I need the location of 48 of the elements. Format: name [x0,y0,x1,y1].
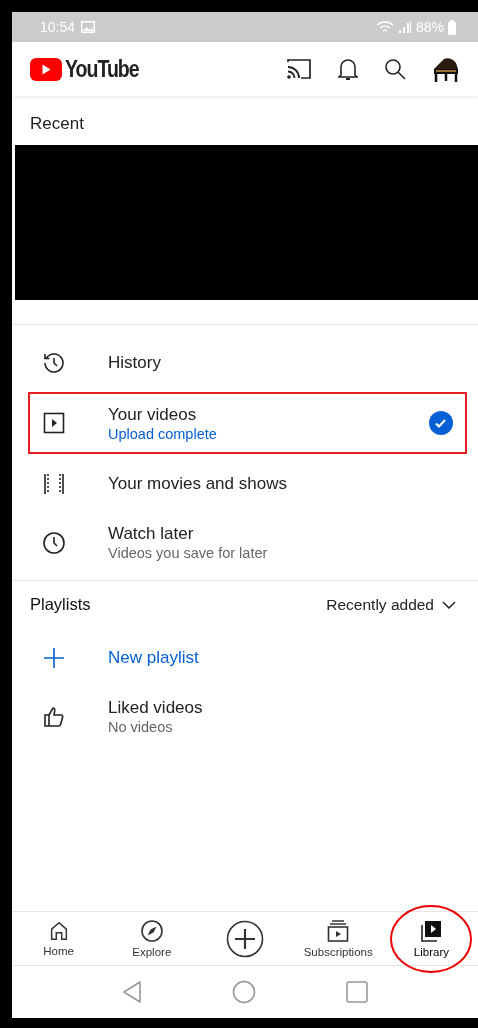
nav-tab[interactable]: Explore [105,912,199,965]
nav-label: Library [413,946,449,958]
play-square-icon [42,411,66,435]
library-item[interactable]: Your videos Upload complete [28,392,467,454]
library-item[interactable]: Watch later Videos you save for later [28,513,467,572]
item-title: Your videos [108,404,198,425]
piano-avatar-icon[interactable] [432,55,460,83]
app-logo-text: YouTube [65,55,139,83]
battery-icon [448,19,456,35]
nav-label: Subscriptions [303,946,373,958]
item-title: History [108,352,161,373]
library-item[interactable]: Your movies and shows [28,454,467,513]
image-icon [81,21,96,33]
home-circle-icon[interactable] [232,980,256,1004]
library-icon [419,919,444,943]
section-title: Recent [29,113,85,135]
item-title: Watch later [108,524,195,544]
nav-label: Home [43,945,74,957]
item-subtitle: Videos you save for later [108,545,268,561]
create-plus-icon [226,919,264,958]
playlist-title: Liked videos [108,698,203,718]
signal-icon [397,20,412,34]
clock-icon [42,529,66,556]
nav-tab[interactable]: Subscriptions [291,912,385,965]
film-strip-icon [42,471,66,496]
playlist-item[interactable]: Liked videos No videos [28,687,467,746]
plus-icon [42,645,66,670]
playlist-subtitle: No videos [108,719,174,735]
library-item[interactable]: History [28,333,467,392]
item-subtitle: Upload complete [108,425,217,442]
play-logo-icon [30,57,62,81]
nav-tab[interactable]: Library [384,912,478,965]
chevron-down-icon [442,600,456,609]
bell-icon[interactable] [338,57,358,81]
back-icon[interactable] [122,980,142,1004]
item-title: Your movies and shows [108,473,287,494]
compass-icon [139,919,164,943]
subscriptions-icon [326,919,351,943]
nav-tab[interactable]: Home [12,912,106,965]
playlist-item[interactable]: New playlist [28,628,467,687]
sort-dropdown[interactable]: Recently added [326,595,456,614]
section-title: Playlists [30,595,91,614]
thumbs-up-icon [42,704,66,729]
playlist-title: New playlist [108,647,199,668]
wifi-icon [375,20,394,34]
nav-label: Explore [132,946,172,958]
cast-icon[interactable] [286,58,312,80]
search-icon[interactable] [384,58,406,80]
